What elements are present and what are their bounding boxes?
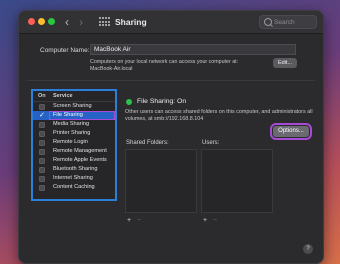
service-checkbox[interactable] [39, 184, 45, 191]
close-window-button[interactable] [28, 18, 35, 25]
service-label: Printer Sharing [53, 130, 91, 136]
search-input[interactable]: Search [259, 15, 317, 29]
service-checkbox[interactable] [39, 157, 45, 164]
users-title: Users: [202, 140, 220, 146]
computer-name-field[interactable]: MacBook Air [90, 44, 296, 55]
status-indicator-icon [126, 99, 132, 105]
service-list-header: On Service [33, 91, 115, 102]
service-row-remote-apple-events[interactable]: Remote Apple Events [33, 156, 115, 165]
minimize-window-button[interactable] [38, 18, 45, 25]
service-label: Bluetooth Sharing [53, 166, 98, 172]
service-label: Internet Sharing [53, 175, 93, 181]
service-row-content-caching[interactable]: Content Caching [33, 183, 115, 192]
service-checkbox[interactable] [39, 139, 45, 146]
service-row-media-sharing[interactable]: Media Sharing [33, 120, 115, 129]
help-button[interactable]: ? [303, 244, 313, 254]
remove-folder-button[interactable]: − [137, 216, 141, 225]
file-sharing-status: File Sharing: On [137, 98, 187, 105]
service-row-file-sharing[interactable]: ✓ File Sharing [33, 111, 115, 120]
service-checkbox[interactable] [39, 121, 45, 128]
service-label: Media Sharing [53, 121, 90, 127]
add-folder-button[interactable]: + [127, 216, 131, 225]
computer-name-note: Computers on your local network can acce… [90, 59, 239, 72]
add-user-button[interactable]: + [203, 216, 207, 225]
forward-icon[interactable]: › [79, 15, 83, 29]
options-button[interactable]: Options... [270, 123, 312, 140]
zoom-window-button[interactable] [48, 18, 55, 25]
service-label: Remote Management [53, 148, 107, 154]
title-bar: ‹ › Sharing Search [19, 11, 323, 34]
search-icon [264, 18, 272, 26]
service-label: Content Caching [53, 184, 95, 190]
service-list: On Service Screen Sharing ✓ File Sharing… [31, 89, 117, 201]
service-checkbox[interactable] [39, 103, 45, 110]
service-checkbox[interactable] [39, 148, 45, 155]
service-row-bluetooth-sharing[interactable]: Bluetooth Sharing [33, 165, 115, 174]
sharing-window: ‹ › Sharing Search Computer Name: MacBoo… [18, 10, 324, 264]
shared-folders-list[interactable] [125, 149, 197, 213]
service-label: Remote Apple Events [53, 157, 107, 163]
service-label: Screen Sharing [53, 103, 92, 109]
service-checkbox[interactable] [39, 166, 45, 173]
service-label: File Sharing [53, 112, 83, 118]
back-icon[interactable]: ‹ [65, 15, 69, 29]
search-placeholder: Search [274, 19, 295, 26]
header-on: On [38, 93, 46, 99]
file-sharing-description: Other users can access shared folders on… [125, 109, 313, 122]
service-checkbox[interactable] [39, 130, 45, 137]
shared-folders-title: Shared Folders: [126, 140, 169, 146]
checkmark-icon: ✓ [39, 112, 45, 119]
header-service: Service [53, 93, 73, 99]
service-checkbox[interactable] [39, 175, 45, 182]
window-title: Sharing [115, 17, 147, 27]
service-row-printer-sharing[interactable]: Printer Sharing [33, 129, 115, 138]
users-list[interactable] [201, 149, 273, 213]
service-row-remote-login[interactable]: Remote Login [33, 138, 115, 147]
remove-user-button[interactable]: − [213, 216, 217, 225]
service-label: Remote Login [53, 139, 88, 145]
service-row-screen-sharing[interactable]: Screen Sharing [33, 102, 115, 111]
edit-button[interactable]: Edit... [273, 58, 297, 68]
show-all-grid-icon[interactable] [99, 17, 110, 27]
divider [27, 80, 315, 81]
service-row-remote-management[interactable]: Remote Management [33, 147, 115, 156]
service-row-internet-sharing[interactable]: Internet Sharing [33, 174, 115, 183]
computer-name-label: Computer Name: [40, 47, 90, 54]
